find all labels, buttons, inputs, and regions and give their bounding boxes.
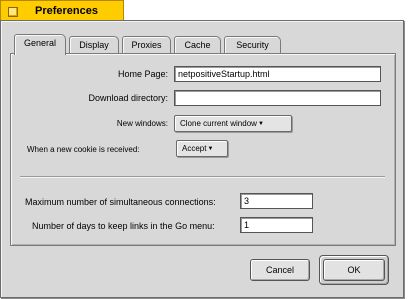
section-divider bbox=[20, 176, 385, 178]
home-page-input[interactable]: netpositiveStartup.html bbox=[174, 66, 381, 82]
new-cookie-popup[interactable]: Accept▼ bbox=[176, 140, 228, 157]
tab-label: Cache bbox=[184, 40, 211, 50]
new-cookie-value: Accept bbox=[182, 144, 207, 153]
ok-button-label: OK bbox=[347, 265, 361, 275]
tab-general[interactable]: General bbox=[14, 34, 66, 55]
home-page-label: Home Page: bbox=[117, 69, 168, 79]
download-directory-label: Download directory: bbox=[88, 93, 168, 103]
new-windows-popup[interactable]: Clone current window▼ bbox=[174, 115, 292, 132]
window-title: Preferences bbox=[35, 5, 98, 17]
tab-cache[interactable]: Cache bbox=[174, 36, 221, 54]
tab-label: Proxies bbox=[131, 40, 162, 50]
window-title-tab[interactable]: Preferences bbox=[0, 0, 124, 21]
max-connections-label: Maximum number of simultaneous connectio… bbox=[25, 197, 216, 207]
tab-display[interactable]: Display bbox=[69, 36, 119, 54]
popup-arrow-icon: ▼ bbox=[257, 121, 264, 127]
tab-proxies[interactable]: Proxies bbox=[122, 36, 171, 54]
new-cookie-label: When a new cookie is received: bbox=[27, 145, 140, 154]
tab-security[interactable]: Security bbox=[224, 36, 281, 54]
max-connections-input[interactable]: 3 bbox=[240, 193, 313, 209]
close-box-icon[interactable] bbox=[8, 7, 18, 17]
cancel-button-label: Cancel bbox=[265, 265, 294, 275]
keep-links-days-input[interactable]: 1 bbox=[240, 217, 313, 233]
cancel-button[interactable]: Cancel bbox=[250, 259, 310, 281]
keep-links-days-label: Number of days to keep links in the Go m… bbox=[32, 221, 215, 231]
new-windows-label: New windows: bbox=[116, 119, 168, 128]
download-directory-input[interactable] bbox=[174, 90, 381, 106]
tab-label: Security bbox=[236, 40, 269, 50]
tab-label: Display bbox=[79, 40, 109, 50]
tab-label: General bbox=[23, 38, 57, 48]
new-windows-value: Clone current window bbox=[180, 119, 257, 128]
ok-button[interactable]: OK bbox=[323, 259, 385, 281]
popup-arrow-icon: ▼ bbox=[207, 146, 214, 152]
